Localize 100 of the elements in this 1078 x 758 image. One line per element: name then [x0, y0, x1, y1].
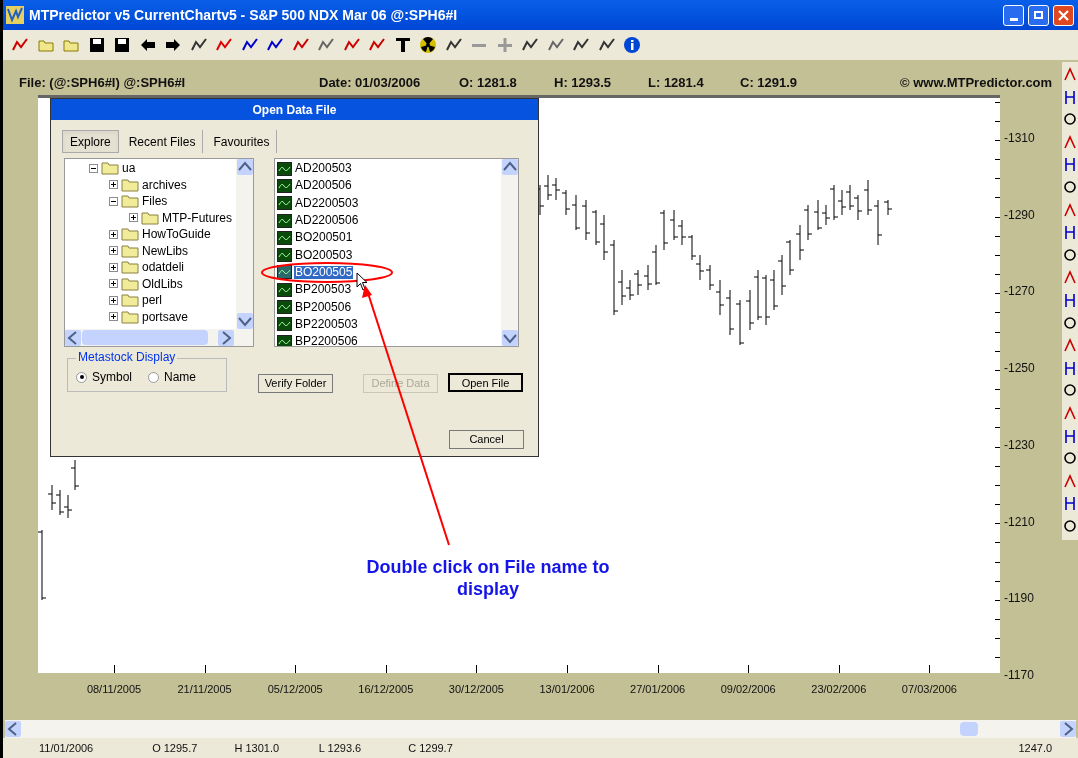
drawing-tool-icon[interactable]	[1063, 359, 1077, 377]
file-item[interactable]: AD200506	[294, 179, 353, 193]
radio-button[interactable]	[76, 371, 87, 383]
horizontal-scrollbar[interactable]	[5, 720, 1076, 738]
folder-icon	[121, 309, 139, 324]
price-label: -1250	[1004, 360, 1035, 378]
radiation-icon[interactable]	[419, 36, 437, 54]
expand-box-icon[interactable]	[109, 279, 118, 289]
axis-tick	[995, 408, 1000, 410]
chart-file-icon	[277, 334, 292, 346]
dialog-button[interactable]: Open File	[448, 373, 523, 392]
file-item[interactable]: BO200505	[294, 265, 354, 279]
expand-box-icon[interactable]	[109, 246, 118, 256]
vertical-scrollbar[interactable]	[236, 159, 253, 329]
collapse-box-icon[interactable]	[109, 196, 118, 206]
axis-tick	[995, 197, 1000, 199]
file-item[interactable]: BP2200503	[294, 317, 359, 331]
drawing-tool-icon[interactable]	[1063, 88, 1077, 106]
drawing-tool-icon[interactable]	[1063, 246, 1077, 264]
drawing-tool-icon[interactable]	[1063, 224, 1077, 242]
tab[interactable]: Recent Files	[121, 130, 204, 153]
axis-tick	[204, 665, 206, 673]
file-item[interactable]: BO200501	[294, 231, 354, 245]
expand-box-icon[interactable]	[109, 312, 118, 322]
chart-file-icon	[277, 196, 292, 211]
restore-button[interactable]	[1028, 4, 1049, 26]
file-item[interactable]: AD200503	[294, 162, 353, 176]
status-text: 1247.0	[1018, 740, 1054, 756]
tree-item[interactable]: perl	[142, 291, 162, 310]
date-label: 07/03/2006	[901, 682, 957, 697]
drawing-tool-icon[interactable]	[1063, 427, 1077, 445]
text-tool-icon[interactable]	[393, 36, 412, 54]
date-label: 09/02/2006	[720, 682, 776, 697]
file-item[interactable]: AD2200506	[294, 214, 360, 228]
expand-box-icon[interactable]	[109, 180, 118, 190]
tree-item[interactable]: odatdeli	[142, 258, 185, 277]
close-button[interactable]	[1053, 4, 1074, 26]
file-item[interactable]: BP200506	[294, 300, 353, 314]
drawing-tool-icon[interactable]	[1063, 517, 1077, 535]
scroll-thumb[interactable]	[82, 330, 208, 345]
dialog-button[interactable]: Cancel	[449, 430, 524, 449]
scroll-right-icon[interactable]	[218, 329, 234, 346]
tree-item[interactable]: HowToGuide	[142, 225, 211, 244]
axis-tick	[995, 178, 1000, 180]
scroll-left-icon[interactable]	[5, 721, 21, 737]
collapse-box-icon[interactable]	[89, 163, 98, 173]
low-value: L: 1281.4	[648, 73, 705, 92]
right-arrow-icon[interactable]	[164, 36, 182, 54]
expand-box-icon[interactable]	[109, 262, 118, 272]
tree-item[interactable]: MTP-Futures	[162, 208, 232, 227]
file-item[interactable]: BP2200506	[294, 335, 359, 346]
scroll-down-icon[interactable]	[236, 313, 253, 329]
tree-item[interactable]: portsave	[142, 307, 189, 326]
folder-icon	[121, 293, 139, 308]
scroll-up-icon[interactable]	[236, 159, 253, 175]
drawing-tool-icon[interactable]	[1063, 495, 1077, 513]
dialog-button[interactable]: Verify Folder	[258, 373, 333, 393]
axis-tick	[995, 638, 1000, 640]
expand-box-icon[interactable]	[109, 295, 118, 305]
scroll-right-icon[interactable]	[1060, 721, 1076, 737]
scroll-thumb[interactable]	[960, 722, 978, 736]
status-text: L 1293.6	[318, 740, 363, 756]
status-text: 11/01/2006	[39, 740, 95, 756]
file-item[interactable]: BP200503	[294, 283, 353, 297]
expand-box-icon[interactable]	[109, 229, 118, 239]
tab[interactable]: Explore	[62, 130, 119, 153]
axis-tick	[995, 465, 1000, 467]
file-item[interactable]: BO200503	[294, 248, 354, 262]
drawing-tool-icon[interactable]	[1063, 156, 1077, 174]
tree-item[interactable]: archives	[142, 175, 187, 194]
axis-tick	[995, 446, 1000, 448]
axis-tick	[995, 274, 1000, 275]
drawing-tool-icon[interactable]	[1063, 291, 1077, 309]
file-item[interactable]: AD2200503	[294, 196, 360, 210]
drawing-tool-icon[interactable]	[1063, 178, 1077, 196]
expand-box-icon[interactable]	[129, 213, 138, 223]
chart-file-icon	[277, 213, 292, 228]
date-label: 30/12/2005	[448, 682, 504, 697]
close-value: C: 1291.9	[740, 73, 799, 92]
vertical-scrollbar[interactable]	[501, 159, 518, 346]
scroll-up-icon[interactable]	[501, 159, 518, 175]
tree-horizontal-scrollbar[interactable]	[65, 329, 253, 346]
tree-item[interactable]: OldLibs	[142, 274, 183, 293]
axis-tick	[995, 542, 1000, 544]
scroll-left-icon[interactable]	[65, 329, 81, 346]
window-title: MTPredictor v5 CurrentChartv5 - S&P 500 NDX Mar 06 @:SPH6#I	[29, 5, 459, 25]
scroll-down-icon[interactable]	[501, 330, 518, 346]
minimize-button[interactable]	[1003, 4, 1024, 26]
drawing-tool-icon[interactable]	[1063, 314, 1077, 332]
axis-tick	[995, 350, 1000, 352]
tab[interactable]: Favourites	[206, 130, 278, 153]
tree-item[interactable]: NewLibs	[142, 241, 189, 260]
radio-button[interactable]	[148, 371, 159, 383]
tree-item[interactable]: Files	[142, 192, 168, 211]
axis-tick	[838, 665, 840, 673]
tree-item[interactable]: ua	[122, 159, 136, 178]
radio-label: Symbol	[92, 369, 132, 386]
date-label: 13/01/2006	[539, 682, 595, 697]
folder-icon	[141, 210, 159, 225]
info-icon[interactable]	[623, 36, 641, 54]
